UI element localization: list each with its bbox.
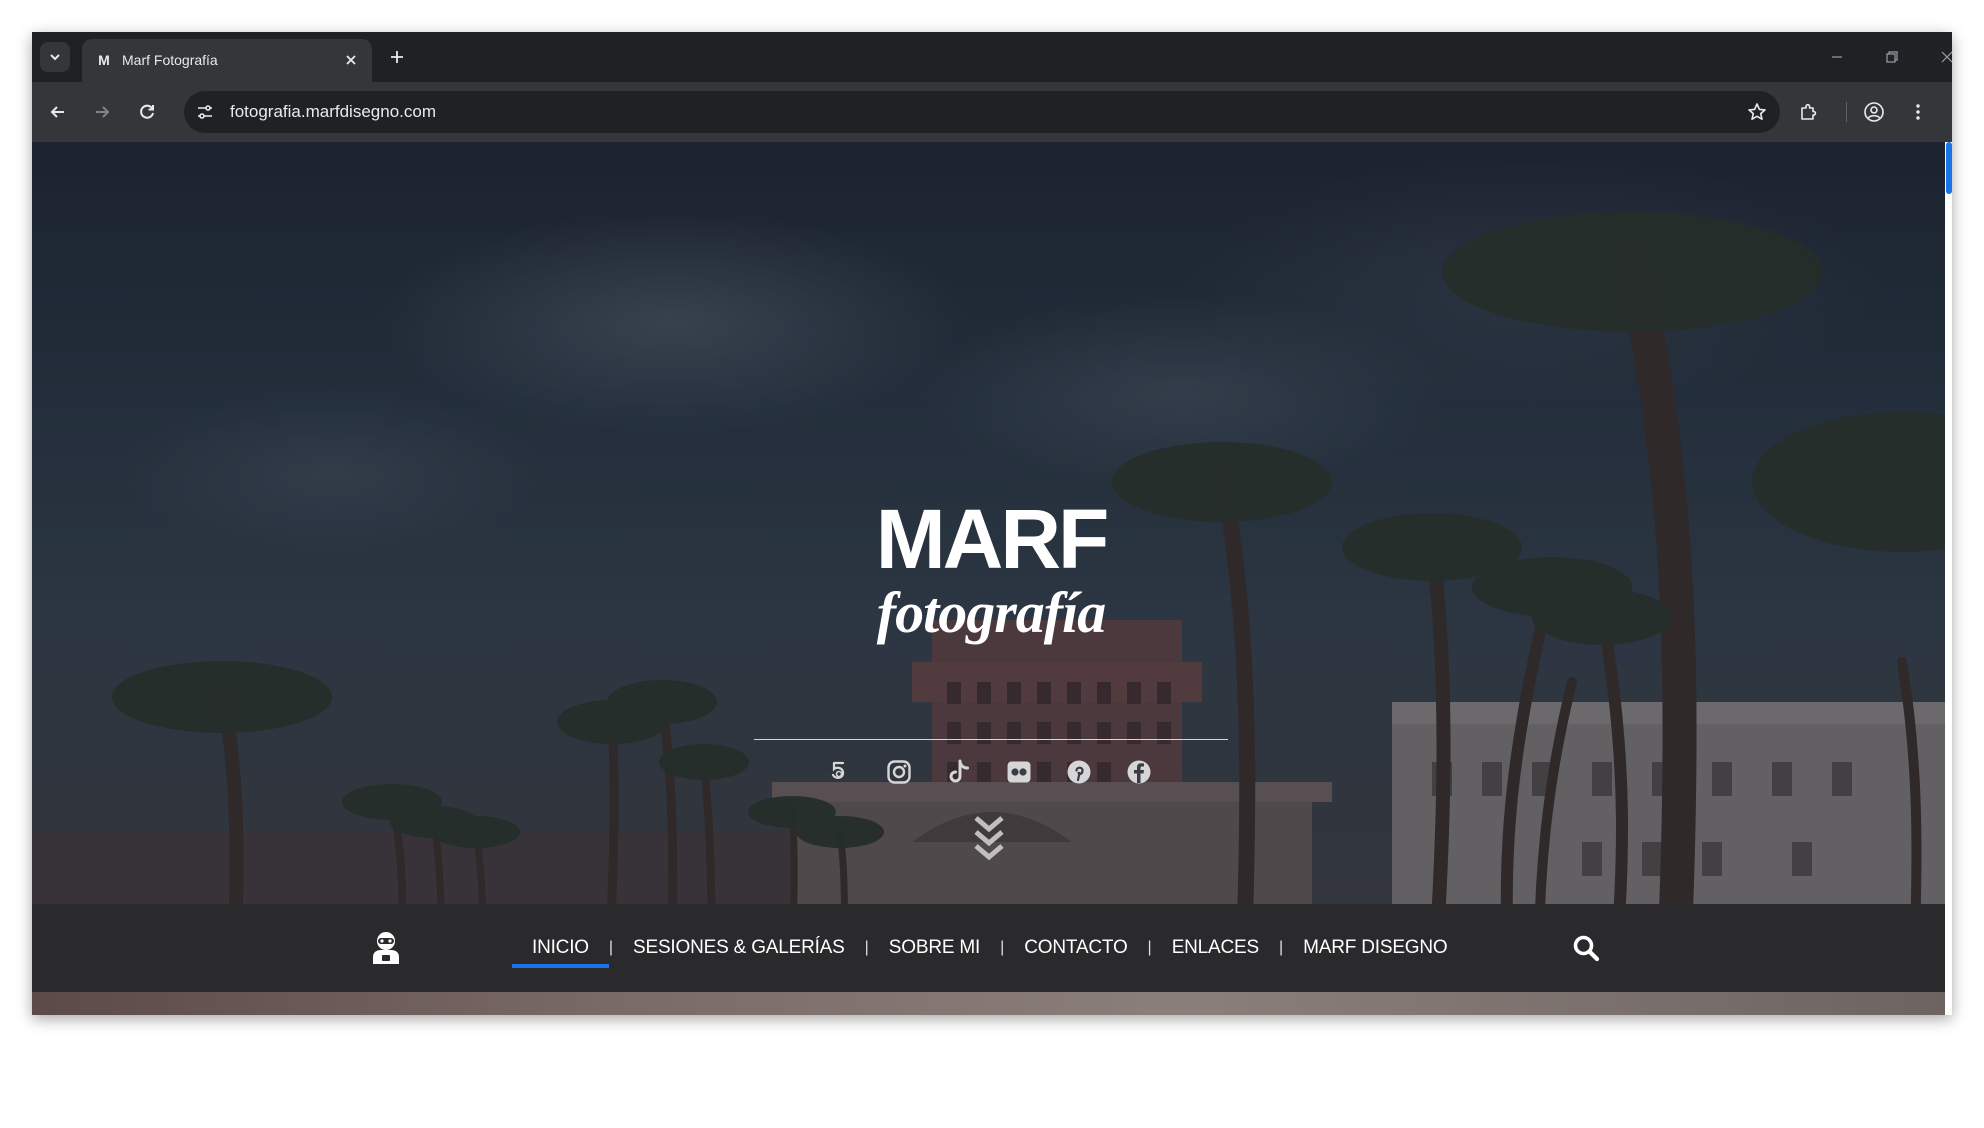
arrow-right-icon	[96, 106, 110, 118]
bookmark-button[interactable]	[1746, 101, 1768, 123]
logo-text-fotografia: fotografía	[877, 580, 1105, 645]
nav-item-sobre-mi[interactable]: SOBRE MI	[869, 904, 1000, 992]
instagram-link[interactable]	[884, 757, 914, 787]
tab-close-button[interactable]	[342, 51, 360, 69]
pinterest-icon	[1067, 760, 1091, 784]
star-icon	[1748, 103, 1766, 120]
reload-icon	[140, 104, 154, 119]
facebook-icon	[1127, 760, 1151, 784]
page-scrollbar[interactable]	[1945, 142, 1952, 1015]
address-bar[interactable]: fotografia.marfdisegno.com	[184, 91, 1780, 133]
flickr-link[interactable]	[1004, 757, 1034, 787]
minimize-button[interactable]	[1826, 46, 1848, 68]
back-button[interactable]	[44, 98, 72, 126]
robot-logo-icon[interactable]	[368, 930, 404, 966]
facebook-link[interactable]	[1124, 757, 1154, 787]
new-tab-button[interactable]	[384, 44, 410, 70]
tab-strip: M Marf Fotografía	[32, 32, 1952, 82]
tiktok-link[interactable]	[944, 757, 974, 787]
site-navbar: INICIO | SESIONES & GALERÍAS | SOBRE MI …	[32, 904, 1945, 992]
tab-search-button[interactable]	[40, 42, 70, 72]
restore-icon	[1886, 51, 1898, 63]
tiktok-icon	[949, 759, 969, 783]
search-icon[interactable]	[1572, 934, 1600, 962]
toolbar-separator	[1846, 102, 1847, 122]
account-circle-icon	[1864, 102, 1884, 122]
chevron-down-icon	[50, 54, 60, 61]
nav-item-contacto[interactable]: CONTACTO	[1004, 904, 1147, 992]
site-favicon: M	[98, 52, 110, 68]
500px-link[interactable]	[824, 757, 854, 787]
tab-title: Marf Fotografía	[122, 52, 218, 68]
nav-item-sesiones-galerias[interactable]: SESIONES & GALERÍAS	[613, 904, 865, 992]
reload-button[interactable]	[133, 98, 161, 126]
forward-button[interactable]	[88, 98, 116, 126]
hero-photo-bottom-strip	[32, 992, 1945, 1015]
instagram-icon	[887, 760, 911, 784]
marf-fotografia-logo: MARF fotografía	[876, 498, 1110, 645]
tune-icon	[198, 105, 212, 119]
url-text[interactable]: fotografia.marfdisegno.com	[230, 102, 436, 122]
nav-item-enlaces[interactable]: ENLACES	[1152, 904, 1279, 992]
profile-button[interactable]	[1860, 98, 1888, 126]
social-links	[824, 754, 1154, 790]
page-viewport: MARF fotografía INICIO | SESIONES & GALE…	[32, 142, 1952, 1015]
hero-section: MARF fotografía INICIO | SESIONES & GALE…	[32, 142, 1945, 1015]
plus-icon	[391, 51, 403, 63]
nav-item-marf-disegno[interactable]: MARF DISEGNO	[1283, 904, 1467, 992]
minimize-icon	[1832, 56, 1842, 58]
close-icon	[1941, 51, 1952, 63]
browser-menu-button[interactable]	[1904, 98, 1932, 126]
arrow-left-icon	[50, 106, 64, 118]
pinterest-link[interactable]	[1064, 757, 1094, 787]
puzzle-icon	[1801, 103, 1817, 120]
close-icon	[346, 55, 356, 65]
logo-text-marf: MARF	[876, 498, 1107, 586]
tab-marf-fotografia[interactable]: M Marf Fotografía	[82, 39, 372, 82]
scroll-down-arrows-icon[interactable]	[972, 814, 1006, 862]
restore-button[interactable]	[1881, 46, 1903, 68]
kebab-menu-icon	[1916, 104, 1920, 120]
extensions-button[interactable]	[1794, 98, 1822, 126]
500px-icon	[831, 761, 845, 779]
browser-toolbar: fotografia.marfdisegno.com	[32, 82, 1952, 142]
site-info-button[interactable]	[194, 101, 216, 123]
main-menu: INICIO | SESIONES & GALERÍAS | SOBRE MI …	[512, 904, 1468, 992]
browser-window: M Marf Fotografía fotografia.marfdisegno…	[32, 32, 1952, 1015]
scrollbar-thumb[interactable]	[1946, 142, 1952, 194]
flickr-icon	[1007, 761, 1031, 783]
hero-divider	[754, 739, 1228, 740]
nav-item-inicio[interactable]: INICIO	[512, 904, 609, 992]
close-window-button[interactable]	[1936, 46, 1952, 68]
